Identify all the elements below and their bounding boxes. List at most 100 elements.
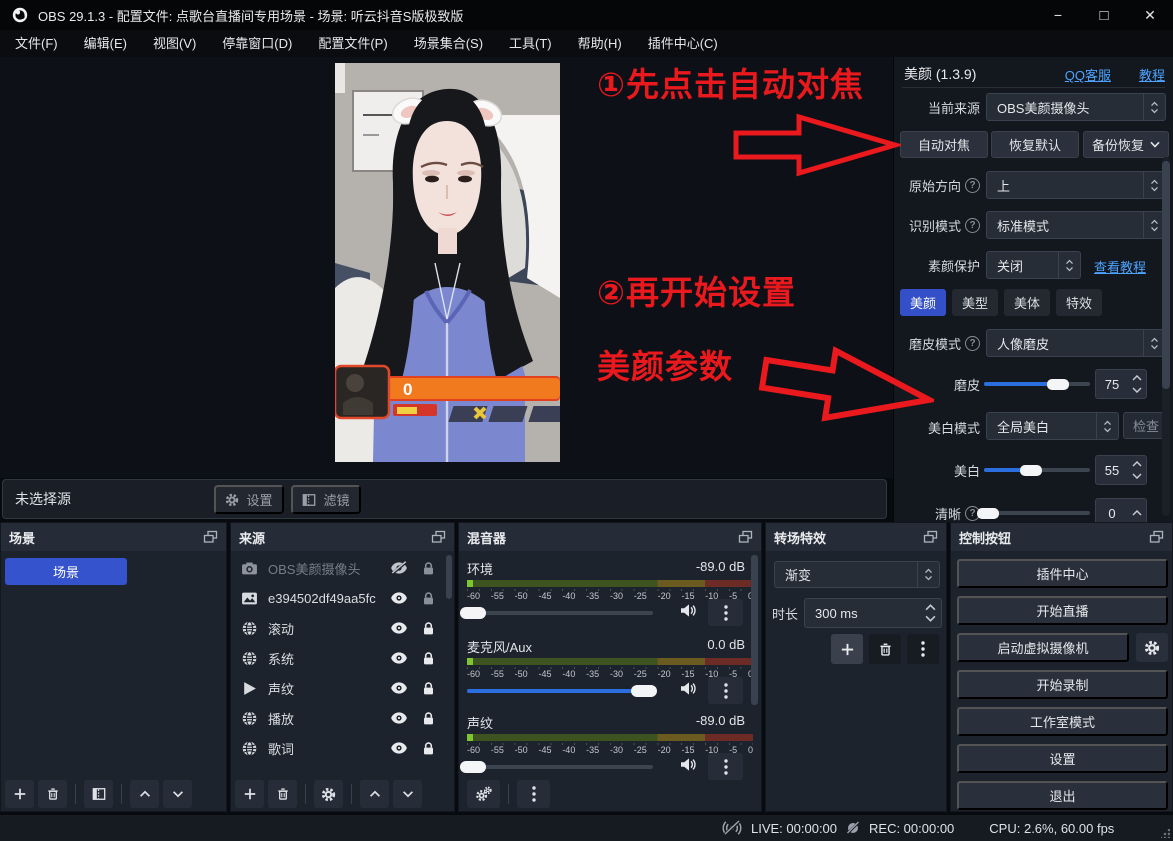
smooth-mode-select[interactable]: 人像磨皮 xyxy=(986,329,1166,357)
slider-handle[interactable] xyxy=(631,685,657,697)
transition-select[interactable]: 渐变 xyxy=(774,561,940,588)
move-scene-up-button[interactable] xyxy=(130,780,159,808)
speaker-icon[interactable] xyxy=(679,603,697,618)
lock-toggle[interactable] xyxy=(421,561,436,576)
slider-handle[interactable] xyxy=(460,761,486,773)
settings-button[interactable]: 设置 xyxy=(957,744,1168,773)
smooth-value-spinbox[interactable]: 75 xyxy=(1095,369,1147,399)
source-row[interactable]: OBS美颜摄像头 xyxy=(231,553,444,583)
spinner-arrows-icon[interactable] xyxy=(1128,499,1146,522)
minimize-button[interactable] xyxy=(1035,0,1081,30)
backup-restore-button[interactable]: 备份恢复 xyxy=(1083,131,1169,158)
view-tutorial-link[interactable]: 查看教程 xyxy=(1094,257,1146,276)
clarity-value-spinbox[interactable]: 0 xyxy=(1095,498,1147,522)
whiten-slider[interactable] xyxy=(984,468,1090,472)
transition-menu-button[interactable] xyxy=(907,634,939,664)
mixer-menu-button[interactable] xyxy=(517,780,550,808)
start-virtual-camera-button[interactable]: 启动虚拟摄像机 xyxy=(957,633,1129,662)
qq-support-link[interactable]: QQ客服 xyxy=(1065,65,1111,84)
source-row[interactable]: 系统 xyxy=(231,643,444,673)
move-scene-down-button[interactable] xyxy=(163,780,192,808)
sources-scrollbar[interactable] xyxy=(446,555,452,599)
beauty-tab[interactable]: 特效 xyxy=(1056,289,1102,316)
menu-item[interactable]: 视图(V) xyxy=(140,30,209,57)
source-row[interactable]: 播放 xyxy=(231,703,444,733)
scene-list-item[interactable]: 场景 xyxy=(5,558,127,585)
exit-button[interactable]: 退出 xyxy=(957,781,1168,810)
visibility-toggle[interactable] xyxy=(390,651,408,665)
whiten-value-spinbox[interactable]: 55 xyxy=(1095,455,1147,485)
menu-item[interactable]: 配置文件(P) xyxy=(305,30,400,57)
visibility-toggle[interactable] xyxy=(390,711,408,725)
beauty-tab[interactable]: 美体 xyxy=(1004,289,1050,316)
current-source-select[interactable]: OBS美颜摄像头 xyxy=(986,93,1166,121)
beauty-tab[interactable]: 美型 xyxy=(952,289,998,316)
tutorial-link[interactable]: 教程 xyxy=(1139,65,1165,84)
move-source-down-button[interactable] xyxy=(393,780,422,808)
slider-handle[interactable] xyxy=(1020,465,1042,476)
add-transition-button[interactable] xyxy=(831,634,863,664)
clarity-slider[interactable] xyxy=(984,511,1090,515)
lock-toggle[interactable] xyxy=(421,741,436,756)
lock-toggle[interactable] xyxy=(421,591,436,606)
scene-filters-button[interactable] xyxy=(84,780,113,808)
menu-item[interactable]: 场景集合(S) xyxy=(401,30,496,57)
recognition-mode-select[interactable]: 标准模式 xyxy=(986,211,1166,239)
source-row[interactable]: 滚动 xyxy=(231,613,444,643)
start-recording-button[interactable]: 开始录制 xyxy=(957,670,1168,699)
popout-icon[interactable] xyxy=(1149,530,1164,544)
menu-item[interactable]: 文件(F) xyxy=(2,30,71,57)
visibility-toggle[interactable] xyxy=(390,681,408,695)
remove-scene-button[interactable] xyxy=(38,780,67,808)
visibility-toggle[interactable] xyxy=(390,561,408,575)
lock-toggle[interactable] xyxy=(421,711,436,726)
lock-toggle[interactable] xyxy=(421,681,436,696)
orientation-select[interactable]: 上 xyxy=(986,171,1166,199)
slider-handle[interactable] xyxy=(460,607,486,619)
add-scene-button[interactable] xyxy=(5,780,34,808)
whiten-mode-select[interactable]: 全局美白 xyxy=(986,412,1119,440)
spinner-arrows-icon[interactable] xyxy=(1128,370,1146,398)
lock-toggle[interactable] xyxy=(421,651,436,666)
popout-icon[interactable] xyxy=(923,530,938,544)
visibility-toggle[interactable] xyxy=(390,591,408,605)
plain-face-protect-select[interactable]: 关闭 xyxy=(986,251,1081,279)
source-row[interactable]: e394502df49aa5fc xyxy=(231,583,444,613)
remove-source-button[interactable] xyxy=(268,780,297,808)
source-row[interactable]: 歌词 xyxy=(231,733,444,763)
help-icon[interactable] xyxy=(965,178,980,193)
menu-item[interactable]: 编辑(E) xyxy=(71,30,140,57)
source-settings-button[interactable]: 设置 xyxy=(214,485,284,514)
close-button[interactable] xyxy=(1127,0,1173,30)
beauty-tab[interactable]: 美颜 xyxy=(900,289,946,316)
volume-slider[interactable] xyxy=(467,765,653,769)
source-properties-button[interactable] xyxy=(314,780,343,808)
duration-spinbox[interactable]: 300 ms xyxy=(804,598,942,628)
restore-default-button[interactable]: 恢复默认 xyxy=(991,131,1079,158)
menu-item[interactable]: 停靠窗口(D) xyxy=(209,30,305,57)
menu-item[interactable]: 插件中心(C) xyxy=(635,30,731,57)
volume-slider[interactable] xyxy=(467,689,653,693)
lock-toggle[interactable] xyxy=(421,621,436,636)
source-row[interactable]: 声纹 xyxy=(231,673,444,703)
spinner-arrows-icon[interactable] xyxy=(919,599,941,627)
advanced-audio-button[interactable] xyxy=(467,780,500,808)
help-icon[interactable] xyxy=(965,218,980,233)
help-icon[interactable] xyxy=(965,336,980,351)
visibility-toggle[interactable] xyxy=(390,741,408,755)
scrollbar-thumb[interactable] xyxy=(1162,161,1170,389)
channel-menu-button[interactable] xyxy=(708,753,743,780)
slider-handle[interactable] xyxy=(977,508,999,519)
slider-handle[interactable] xyxy=(1047,379,1069,390)
popout-icon[interactable] xyxy=(738,530,753,544)
channel-menu-button[interactable] xyxy=(708,599,743,626)
autofocus-button[interactable]: 自动对焦 xyxy=(900,131,988,158)
start-streaming-button[interactable]: 开始直播 xyxy=(957,596,1168,625)
popout-icon[interactable] xyxy=(203,530,218,544)
source-filters-button[interactable]: 滤镜 xyxy=(291,485,361,514)
channel-menu-button[interactable] xyxy=(708,677,743,704)
menu-item[interactable]: 工具(T) xyxy=(496,30,565,57)
popout-icon[interactable] xyxy=(431,530,446,544)
virtual-camera-settings-button[interactable] xyxy=(1136,633,1168,662)
menu-item[interactable]: 帮助(H) xyxy=(565,30,635,57)
